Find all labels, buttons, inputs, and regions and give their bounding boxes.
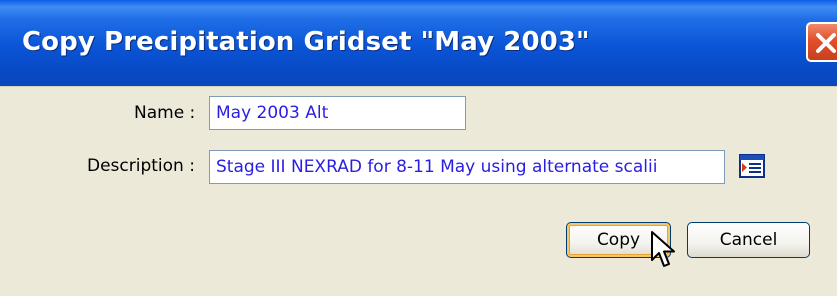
description-label: Description : xyxy=(87,156,195,176)
mouse-pointer-icon xyxy=(651,231,675,267)
cancel-button[interactable]: Cancel xyxy=(687,222,810,258)
name-input[interactable]: May 2003 Alt xyxy=(209,96,466,130)
close-icon xyxy=(816,33,836,53)
copy-gridset-dialog: Copy Precipitation Gridset "May 2003" Na… xyxy=(0,0,837,296)
edit-description-button[interactable] xyxy=(737,151,767,181)
close-button[interactable] xyxy=(806,22,837,62)
title-bar[interactable]: Copy Precipitation Gridset "May 2003" xyxy=(0,0,837,86)
name-label: Name : xyxy=(134,103,196,123)
description-input[interactable]: Stage III NEXRAD for 8-11 May using alte… xyxy=(209,150,725,184)
edit-text-icon xyxy=(739,154,765,178)
window-title: Copy Precipitation Gridset "May 2003" xyxy=(22,27,590,57)
